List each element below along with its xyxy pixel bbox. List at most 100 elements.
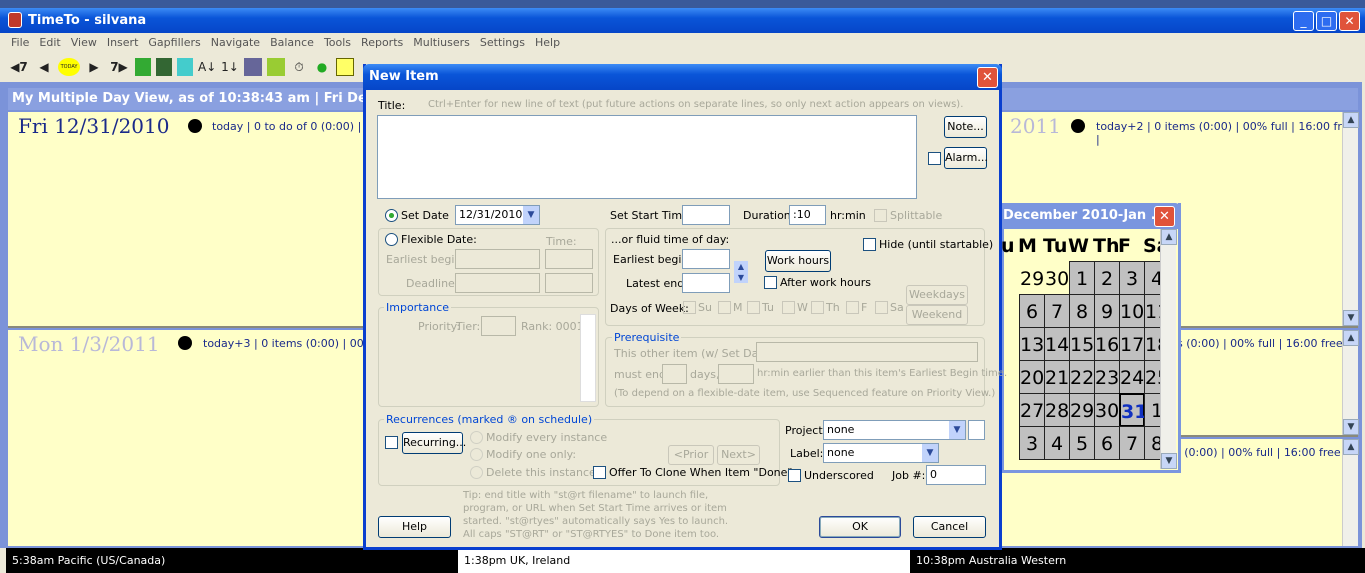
- modify-one-radio[interactable]: [470, 448, 483, 461]
- checkbox-box[interactable]: [683, 301, 696, 314]
- menu-tools[interactable]: Tools: [319, 33, 356, 53]
- duration-input[interactable]: :10: [789, 205, 826, 225]
- day-tu-checkbox[interactable]: Tu: [747, 301, 778, 314]
- job-input[interactable]: 0: [926, 465, 986, 485]
- flexible-date-radio[interactable]: [385, 233, 398, 246]
- label-select[interactable]: none ▼: [823, 443, 939, 463]
- chevron-down-icon[interactable]: ▼: [523, 206, 539, 224]
- importance-scrollbar[interactable]: [580, 314, 596, 402]
- other-item-select[interactable]: [756, 342, 978, 362]
- hrmin-input[interactable]: [718, 364, 754, 384]
- set-date-radio[interactable]: [385, 209, 398, 222]
- calendar-day[interactable]: 23: [1094, 360, 1120, 394]
- project-color-swatch[interactable]: [968, 420, 985, 440]
- calendar-day[interactable]: 31: [1119, 393, 1147, 427]
- scroll-up-icon[interactable]: ▲: [1343, 112, 1359, 128]
- scroll-up-icon[interactable]: ▲: [1161, 229, 1177, 245]
- back-day-button[interactable]: ◀: [35, 58, 53, 76]
- help-button[interactable]: Help: [378, 516, 451, 538]
- prior-button[interactable]: <Prior: [668, 445, 714, 465]
- sort-12-icon[interactable]: 1↓: [221, 58, 239, 76]
- deadline-time-input[interactable]: [545, 273, 593, 293]
- ok-button[interactable]: OK: [819, 516, 901, 538]
- calendar-day[interactable]: 6: [1019, 294, 1045, 328]
- calendar-close-button[interactable]: ✕: [1154, 206, 1175, 227]
- schedule-icon[interactable]: [135, 58, 151, 76]
- after-work-hours-checkbox[interactable]: [764, 276, 777, 289]
- set-start-time-input[interactable]: [682, 205, 730, 225]
- cancel-button[interactable]: Cancel: [913, 516, 986, 538]
- find-icon[interactable]: [244, 58, 262, 76]
- project-select[interactable]: none ▼: [823, 420, 966, 440]
- day-th-checkbox[interactable]: Th: [811, 301, 842, 314]
- delete-instance-radio[interactable]: [470, 466, 483, 479]
- scroll-down-icon[interactable]: ▼: [1343, 419, 1359, 435]
- chevron-down-icon[interactable]: ▼: [922, 444, 938, 462]
- sort-az-icon[interactable]: A↓: [198, 58, 216, 76]
- day-f-checkbox[interactable]: F: [846, 301, 871, 314]
- calendar-day[interactable]: 20: [1019, 360, 1045, 394]
- splittable-checkbox[interactable]: [874, 209, 887, 222]
- scroll-down-icon[interactable]: ▼: [1161, 453, 1177, 469]
- calendar-day[interactable]: 28: [1044, 393, 1070, 427]
- calendar-day[interactable]: 24: [1119, 360, 1145, 394]
- forward-day-button[interactable]: ▶: [85, 58, 103, 76]
- offer-clone-checkbox[interactable]: [593, 466, 606, 479]
- menu-help[interactable]: Help: [530, 33, 565, 53]
- checkbox-box[interactable]: [811, 301, 824, 314]
- checkbox-box[interactable]: [846, 301, 859, 314]
- panel-scrollbar[interactable]: ▲: [1342, 439, 1359, 546]
- hide-checkbox[interactable]: [863, 238, 876, 251]
- calendar-day[interactable]: 17: [1119, 327, 1145, 361]
- menu-gapfillers[interactable]: Gapfillers: [143, 33, 205, 53]
- time-spinner[interactable]: ▲ ▼: [734, 261, 748, 283]
- work-hours-button[interactable]: Work hours: [765, 250, 831, 272]
- fluid-earliest-input[interactable]: [682, 249, 730, 269]
- modify-every-radio[interactable]: [470, 431, 483, 444]
- calendar-day[interactable]: 16: [1094, 327, 1120, 361]
- forward-7-days-button[interactable]: 7▶: [108, 58, 130, 76]
- calendar-day[interactable]: 3: [1019, 426, 1045, 460]
- today-button[interactable]: TODAY: [58, 58, 80, 76]
- calendar-day[interactable]: 21: [1044, 360, 1070, 394]
- calendar-day[interactable]: 4: [1044, 426, 1070, 460]
- day-sa-checkbox[interactable]: Sa: [875, 301, 906, 314]
- calendar-day[interactable]: 6: [1094, 426, 1120, 460]
- weekend-button[interactable]: Weekend: [906, 305, 968, 325]
- schedule-multi-icon[interactable]: [156, 58, 172, 76]
- year-icon[interactable]: [177, 58, 193, 76]
- calendar-day[interactable]: 30: [1094, 393, 1120, 427]
- note-icon[interactable]: [336, 58, 354, 76]
- days-input[interactable]: [662, 364, 687, 384]
- checkbox-box[interactable]: [718, 301, 731, 314]
- close-button[interactable]: ✕: [1339, 11, 1360, 31]
- alarm-button[interactable]: Alarm...: [944, 147, 988, 169]
- calendar-day[interactable]: 14: [1044, 327, 1070, 361]
- title-textarea[interactable]: [377, 115, 917, 199]
- scroll-up-icon[interactable]: ▲: [1343, 330, 1359, 346]
- earliest-time-input[interactable]: [545, 249, 593, 269]
- calendar-day[interactable]: 9: [1094, 294, 1120, 328]
- scroll-down-icon[interactable]: ▼: [1343, 310, 1359, 326]
- menu-balance[interactable]: Balance: [265, 33, 319, 53]
- minimize-button[interactable]: _: [1293, 11, 1314, 31]
- calendar-day[interactable]: 5: [1069, 426, 1095, 460]
- earliest-begin-select[interactable]: [455, 249, 540, 269]
- checkbox-box[interactable]: [875, 301, 888, 314]
- calendar-day[interactable]: 29: [1019, 261, 1045, 295]
- menu-file[interactable]: File: [6, 33, 34, 53]
- menu-view[interactable]: View: [66, 33, 102, 53]
- calendar-day[interactable]: 22: [1069, 360, 1095, 394]
- calendar-day[interactable]: 27: [1019, 393, 1045, 427]
- alarm-checkbox[interactable]: [928, 152, 941, 165]
- dialog-close-button[interactable]: ✕: [977, 67, 998, 88]
- calendar-day[interactable]: 13: [1019, 327, 1045, 361]
- calendar-day[interactable]: 15: [1069, 327, 1095, 361]
- tier-select[interactable]: [481, 316, 516, 336]
- menu-multiusers[interactable]: Multiusers: [408, 33, 475, 53]
- calendar-day[interactable]: 3: [1119, 261, 1145, 295]
- calendar-day[interactable]: 1: [1069, 261, 1095, 295]
- menu-navigate[interactable]: Navigate: [206, 33, 265, 53]
- calendar-scrollbar[interactable]: ▲ ▼: [1160, 229, 1177, 469]
- menu-insert[interactable]: Insert: [102, 33, 144, 53]
